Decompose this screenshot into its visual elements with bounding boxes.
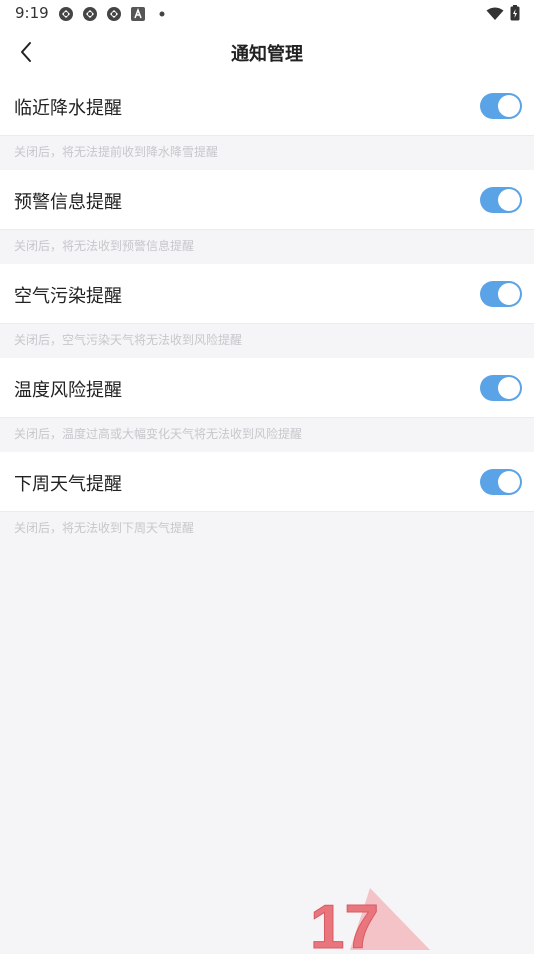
- more-notifications-dot-icon: [154, 6, 170, 22]
- status-bar: 9:19: [0, 0, 534, 28]
- description-text: 关闭后，将无法收到下周天气提醒: [14, 521, 195, 535]
- font-app-icon: [130, 6, 146, 22]
- setting-description: 关闭后，空气污染天气将无法收到风险提醒: [0, 324, 534, 358]
- toggle-switch[interactable]: [480, 281, 522, 307]
- setting-description: 关闭后，将无法收到预警信息提醒: [0, 230, 534, 264]
- setting-row: 预警信息提醒: [0, 170, 534, 230]
- setting-precipitation: 临近降水提醒 关闭后，将无法提前收到降水降雪提醒: [0, 76, 534, 170]
- setting-row: 温度风险提醒: [0, 358, 534, 418]
- wifi-icon: [486, 6, 504, 25]
- setting-label: 临近降水提醒: [14, 98, 122, 119]
- setting-label: 下周天气提醒: [14, 474, 122, 495]
- app-notification-icon: [106, 6, 122, 22]
- watermark-text: 17: [310, 893, 379, 950]
- toggle-switch[interactable]: [480, 187, 522, 213]
- setting-row: 空气污染提醒: [0, 264, 534, 324]
- setting-label: 预警信息提醒: [14, 192, 122, 213]
- settings-list: 临近降水提醒 关闭后，将无法提前收到降水降雪提醒 预警信息提醒 关闭后，将无法收…: [0, 76, 534, 546]
- watermark-logo: 17: [310, 888, 534, 954]
- description-text: 关闭后，空气污染天气将无法收到风险提醒: [14, 333, 243, 347]
- setting-description: 关闭后，将无法收到下周天气提醒: [0, 512, 534, 546]
- setting-label: 温度风险提醒: [14, 380, 122, 401]
- notification-icons: [58, 6, 170, 22]
- setting-air-pollution: 空气污染提醒 关闭后，空气污染天气将无法收到风险提醒: [0, 264, 534, 358]
- setting-description: 关闭后，将无法提前收到降水降雪提醒: [0, 136, 534, 170]
- setting-row: 下周天气提醒: [0, 452, 534, 512]
- toggle-switch[interactable]: [480, 469, 522, 495]
- page-title: 通知管理: [231, 44, 303, 65]
- app-notification-icon: [58, 6, 74, 22]
- status-time: 9:19: [15, 4, 49, 22]
- setting-next-week: 下周天气提醒 关闭后，将无法收到下周天气提醒: [0, 452, 534, 546]
- nav-bar: 通知管理: [0, 28, 534, 76]
- system-status: [486, 5, 520, 25]
- description-text: 关闭后，温度过高或大幅变化天气将无法收到风险提醒: [14, 427, 303, 441]
- toggle-switch[interactable]: [480, 93, 522, 119]
- description-text: 关闭后，将无法收到预警信息提醒: [14, 239, 195, 253]
- description-text: 关闭后，将无法提前收到降水降雪提醒: [14, 145, 219, 159]
- setting-label: 空气污染提醒: [14, 286, 122, 307]
- setting-row: 临近降水提醒: [0, 76, 534, 136]
- app-notification-icon: [82, 6, 98, 22]
- battery-icon: [510, 5, 520, 25]
- toggle-switch[interactable]: [480, 375, 522, 401]
- setting-warning: 预警信息提醒 关闭后，将无法收到预警信息提醒: [0, 170, 534, 264]
- setting-description: 关闭后，温度过高或大幅变化天气将无法收到风险提醒: [0, 418, 534, 452]
- setting-temperature: 温度风险提醒 关闭后，温度过高或大幅变化天气将无法收到风险提醒: [0, 358, 534, 452]
